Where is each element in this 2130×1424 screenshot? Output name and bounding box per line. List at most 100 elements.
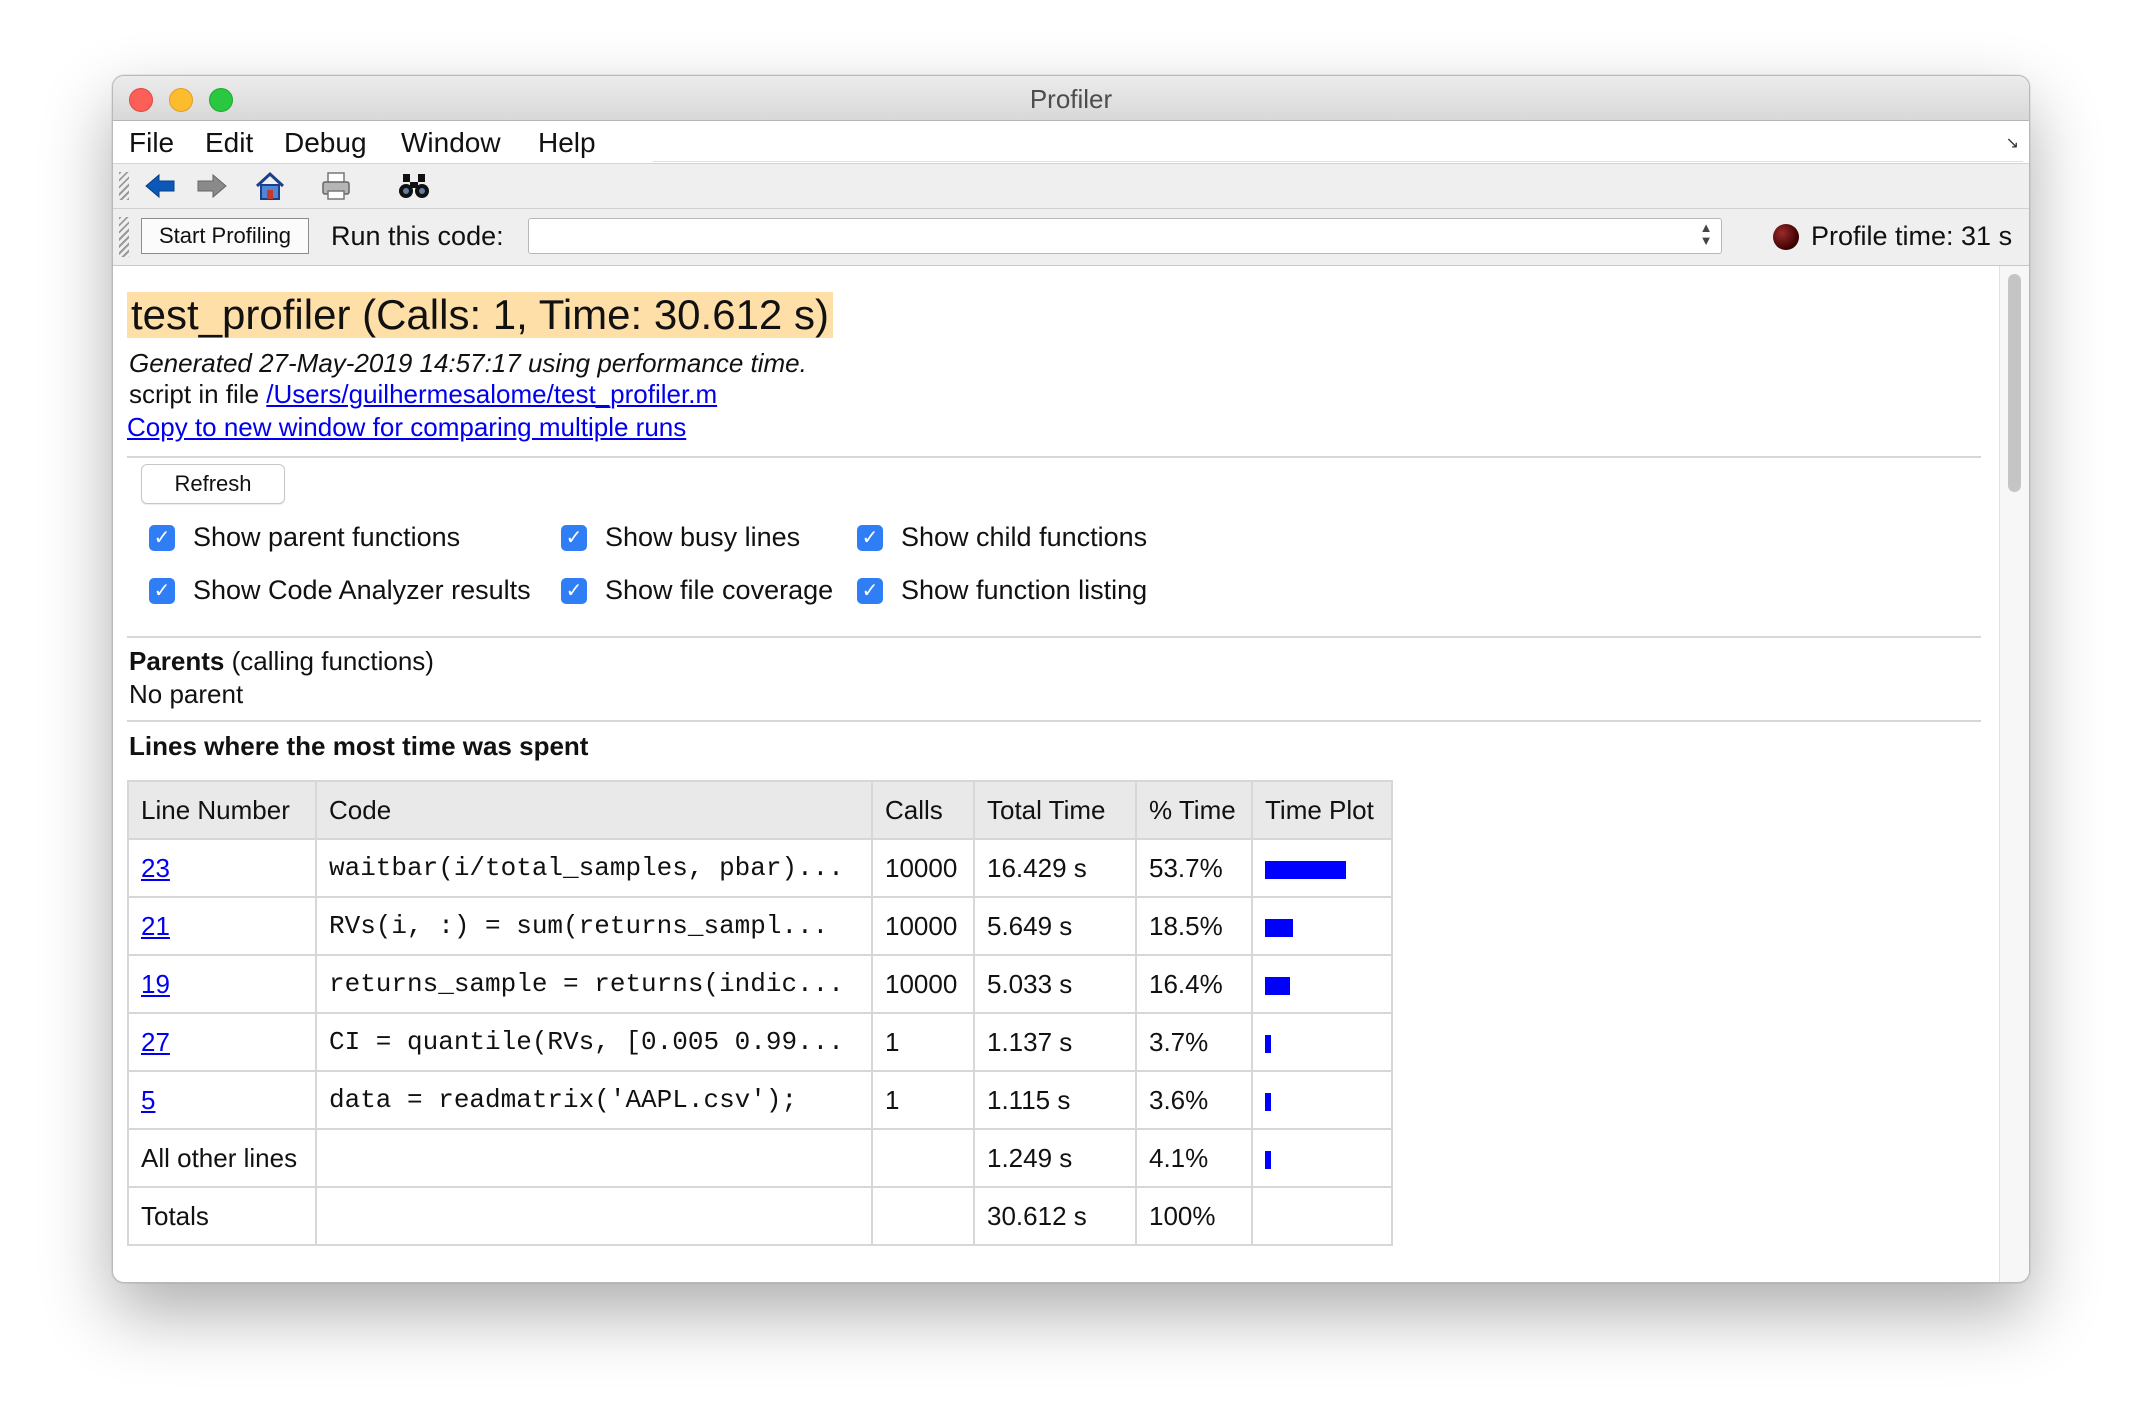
menu-bar: File Edit Debug Window Help ↘: [113, 121, 2029, 164]
line-number-cell: 27: [127, 1012, 317, 1072]
time-plot-bar: [1265, 1150, 1271, 1169]
line-number-link[interactable]: 19: [141, 969, 170, 999]
divider: [127, 720, 1981, 722]
report-title: test_profiler (Calls: 1, Time: 30.612 s): [127, 292, 833, 338]
line-number-link[interactable]: 23: [141, 853, 170, 883]
percent-time-cell: 3.6%: [1135, 1070, 1253, 1130]
refresh-button[interactable]: Refresh: [141, 464, 285, 504]
code-cell: data = readmatrix('AAPL.csv');: [315, 1070, 873, 1130]
time-plot-cell: [1251, 1012, 1393, 1072]
menu-help[interactable]: Help: [538, 127, 596, 159]
run-code-label: Run this code:: [331, 221, 504, 251]
menu-debug[interactable]: Debug: [284, 127, 367, 159]
total-time-cell: 1.137 s: [973, 1012, 1137, 1072]
checkbox-checked-icon[interactable]: ✓: [561, 578, 587, 604]
time-plot-bar: [1265, 1092, 1271, 1111]
table-row: All other lines 1.249 s 4.1%: [127, 1128, 1393, 1188]
table-row: 27 CI = quantile(RVs, [0.005 0.99... 1 1.13…: [127, 1012, 1393, 1072]
divider: [127, 456, 1981, 458]
time-plot-cell: [1251, 1186, 1393, 1246]
home-icon[interactable]: [253, 170, 287, 202]
checkbox-label: Show function listing: [901, 575, 1148, 605]
header-time-plot[interactable]: Time Plot: [1251, 780, 1393, 840]
table-row: 21 RVs(i, :) = sum(returns_sampl... 10000 5…: [127, 896, 1393, 956]
code-cell: RVs(i, :) = sum(returns_sampl...: [315, 896, 873, 956]
line-number-link[interactable]: 27: [141, 1027, 170, 1057]
time-plot-cell: [1251, 896, 1393, 956]
copy-to-new-window-link[interactable]: Copy to new window for comparing multipl…: [127, 412, 686, 443]
checkbox-label: Show busy lines: [605, 522, 801, 552]
combo-stepper-icon[interactable]: ▲ ▼: [1693, 221, 1719, 251]
time-plot-bar: [1265, 976, 1290, 995]
header-total-time[interactable]: Total Time: [973, 780, 1137, 840]
line-number-text: Totals: [141, 1200, 209, 1231]
navigation-toolbar: [113, 164, 2029, 209]
line-number-text: All other lines: [141, 1142, 298, 1173]
busy-lines-heading: Lines where the most time was spent: [129, 731, 589, 761]
header-code[interactable]: Code: [315, 780, 873, 840]
run-code-input[interactable]: ▲ ▼: [528, 218, 1722, 254]
header-line-number[interactable]: Line Number: [127, 780, 317, 840]
menu-file[interactable]: File: [129, 127, 174, 159]
table-body: 23 waitbar(i/total_samples, pbar)... 10000…: [127, 838, 1393, 1246]
table-row: 19 returns_sample = returns(indic... 10000…: [127, 954, 1393, 1014]
table-row: 5 data = readmatrix('AAPL.csv'); 1 1.115 s3…: [127, 1070, 1393, 1130]
line-number-cell: Totals: [127, 1186, 317, 1246]
print-icon[interactable]: [319, 170, 353, 202]
report-content: test_profiler (Calls: 1, Time: 30.612 s)…: [113, 266, 1999, 1282]
checkbox-checked-icon[interactable]: ✓: [149, 525, 175, 551]
menu-edit[interactable]: Edit: [205, 127, 253, 159]
code-cell: CI = quantile(RVs, [0.005 0.99...: [315, 1012, 873, 1072]
line-number-cell: 19: [127, 954, 317, 1014]
menu-window[interactable]: Window: [401, 127, 501, 159]
scrollbar-thumb[interactable]: [2008, 274, 2021, 492]
menu-divider: [653, 161, 2023, 162]
calls-cell: 10000: [871, 954, 975, 1014]
line-number-cell: 21: [127, 896, 317, 956]
script-file-link[interactable]: /Users/guilhermesalome/test_profiler.m: [266, 379, 717, 409]
title-bar: Profiler: [113, 76, 2029, 121]
time-plot-cell: [1251, 954, 1393, 1014]
calls-cell: 1: [871, 1070, 975, 1130]
start-profiling-button[interactable]: Start Profiling: [141, 218, 309, 254]
total-time-cell: 5.649 s: [973, 896, 1137, 956]
checkbox-checked-icon[interactable]: ✓: [857, 578, 883, 604]
percent-time-cell: 4.1%: [1135, 1128, 1253, 1188]
code-cell: waitbar(i/total_samples, pbar)...: [315, 838, 873, 898]
total-time-cell: 1.249 s: [973, 1128, 1137, 1188]
time-plot-cell: [1251, 1128, 1393, 1188]
vertical-scrollbar[interactable]: [1999, 266, 2029, 1282]
total-time-cell: 1.115 s: [973, 1070, 1137, 1130]
calls-cell: [871, 1186, 975, 1246]
percent-time-cell: 53.7%: [1135, 838, 1253, 898]
profiler-status-icon: [1773, 224, 1799, 250]
checkbox-checked-icon[interactable]: ✓: [857, 525, 883, 551]
undock-arrow-icon[interactable]: ↘: [2006, 133, 2019, 153]
toolbar-grip[interactable]: [119, 217, 129, 257]
toolbar-grip[interactable]: [119, 172, 129, 200]
busy-lines-table: Line Number Code Calls Total Time % Time…: [127, 780, 1393, 1246]
code-cell: [315, 1128, 873, 1188]
divider: [127, 636, 1981, 638]
checkbox-label: Show file coverage: [605, 575, 834, 605]
checkbox-label: Show parent functions: [193, 522, 461, 552]
line-number-link[interactable]: 21: [141, 911, 170, 941]
header-calls[interactable]: Calls: [871, 780, 975, 840]
table-header-row: Line Number Code Calls Total Time % Time…: [127, 780, 1393, 840]
percent-time-cell: 100%: [1135, 1186, 1253, 1246]
checkbox-label: Show child functions: [901, 522, 1148, 552]
script-file-line: script in file /Users/guilhermesalome/te…: [129, 379, 717, 410]
calls-cell: 10000: [871, 838, 975, 898]
checkbox-checked-icon[interactable]: ✓: [149, 578, 175, 604]
line-number-link[interactable]: 5: [141, 1085, 155, 1115]
line-number-cell: 23: [127, 838, 317, 898]
profile-toolbar: Start Profiling Run this code: ▲ ▼ Profil…: [113, 209, 2029, 266]
parents-heading: Parents (calling functions): [129, 646, 434, 677]
total-time-cell: 5.033 s: [973, 954, 1137, 1014]
checkbox-label: Show Code Analyzer results: [193, 575, 531, 605]
back-arrow-icon[interactable]: [143, 170, 177, 202]
binoculars-icon[interactable]: [397, 170, 431, 202]
header-percent-time[interactable]: % Time: [1135, 780, 1253, 840]
forward-arrow-icon[interactable]: [195, 170, 229, 202]
checkbox-checked-icon[interactable]: ✓: [561, 525, 587, 551]
